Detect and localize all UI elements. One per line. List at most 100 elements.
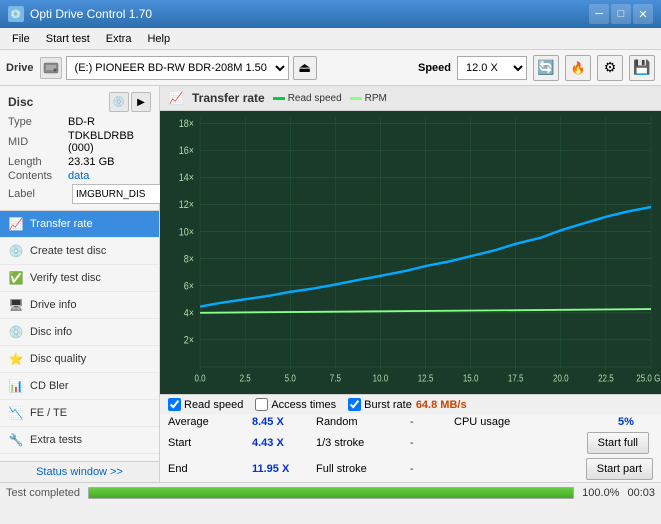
nav-label-cd-bler: CD Bler <box>30 380 69 392</box>
close-button[interactable]: ✕ <box>633 4 653 24</box>
main-area: Disc 💿 ▶ Type BD-R MID TDKBLDRBB (000) L… <box>0 86 661 482</box>
settings-button[interactable]: ⚙ <box>597 55 623 81</box>
chart-title: Transfer rate <box>192 91 265 105</box>
titlebar: 💿 Opti Drive Control 1.70 ─ □ ✕ <box>0 0 661 28</box>
start-part-button[interactable]: Start part <box>586 458 653 480</box>
stats-line-1: Average 8.45 X Random - CPU usage 5% <box>160 414 661 430</box>
verify-test-disc-icon: ✅ <box>8 270 24 286</box>
disc-label-input[interactable] <box>72 184 172 204</box>
nav-item-transfer-rate[interactable]: 📈 Transfer rate <box>0 211 159 238</box>
nav-item-disc-quality[interactable]: ⭐ Disc quality <box>0 346 159 373</box>
svg-text:7.5: 7.5 <box>330 373 341 384</box>
access-times-checkbox[interactable] <box>255 398 268 411</box>
nav-label-disc-info: Disc info <box>30 326 72 338</box>
mid-value: TDKBLDRBB (000) <box>68 130 151 154</box>
nav-label-transfer-rate: Transfer rate <box>30 218 93 230</box>
svg-text:5.0: 5.0 <box>285 373 296 384</box>
menu-file[interactable]: File <box>4 31 38 47</box>
svg-text:12×: 12× <box>179 199 194 211</box>
mid-label: MID <box>8 136 68 148</box>
nav-label-disc-quality: Disc quality <box>30 353 86 365</box>
disc-icon-btn-2[interactable]: ▶ <box>131 92 151 112</box>
cpu-label: CPU usage <box>454 416 614 428</box>
create-test-disc-icon: 💿 <box>8 243 24 259</box>
progress-area: Test completed 100.0% 00:03 <box>0 482 661 502</box>
menu-start-test[interactable]: Start test <box>38 31 98 47</box>
svg-text:8×: 8× <box>184 254 194 266</box>
access-times-checkbox-label[interactable]: Access times <box>255 398 336 411</box>
fe-te-icon: 📉 <box>8 405 24 421</box>
svg-text:10.0: 10.0 <box>373 373 389 384</box>
content-area: 📈 Transfer rate Read speed RPM <box>160 86 661 482</box>
progress-bar <box>88 487 574 499</box>
nav-item-drive-info[interactable]: 🖥 Drive info <box>0 292 159 319</box>
burst-rate-group: Burst rate 64.8 MB/s <box>348 398 466 411</box>
burst-rate-value: 64.8 MB/s <box>416 399 467 411</box>
transfer-rate-chart: 18× 16× 14× 12× 10× 8× 6× 4× 2× 0.0 2.5 … <box>160 111 661 394</box>
legend-rpm-color <box>350 97 362 100</box>
type-label: Type <box>8 116 68 128</box>
drive-select[interactable]: (E:) PIONEER BD-RW BDR-208M 1.50 <box>66 56 289 80</box>
disc-section-label: Disc <box>8 95 33 109</box>
restore-button[interactable]: □ <box>611 4 631 24</box>
disc-section: Disc 💿 ▶ Type BD-R MID TDKBLDRBB (000) L… <box>0 86 159 211</box>
nav-item-verify-test-disc[interactable]: ✅ Verify test disc <box>0 265 159 292</box>
stats-line-3: End 11.95 X Full stroke - Start part <box>160 456 661 482</box>
legend-rpm: RPM <box>350 93 387 104</box>
titlebar-controls: ─ □ ✕ <box>589 4 653 24</box>
time-label: 00:03 <box>627 487 655 499</box>
nav-label-drive-info: Drive info <box>30 299 76 311</box>
contents-label: Contents <box>8 170 68 182</box>
stats-line-2: Start 4.43 X 1/3 stroke - Start full <box>160 430 661 456</box>
random-label: Random <box>316 416 406 428</box>
random-value: - <box>410 416 450 428</box>
svg-text:17.5: 17.5 <box>508 373 524 384</box>
svg-text:6×: 6× <box>184 281 194 293</box>
menubar: File Start test Extra Help <box>0 28 661 50</box>
svg-text:12.5: 12.5 <box>418 373 434 384</box>
nav-item-fe-te[interactable]: 📉 FE / TE <box>0 400 159 427</box>
minimize-button[interactable]: ─ <box>589 4 609 24</box>
nav-label-create-test-disc: Create test disc <box>30 245 106 257</box>
chart-wrapper: 18× 16× 14× 12× 10× 8× 6× 4× 2× 0.0 2.5 … <box>160 111 661 394</box>
start-stat-value: 4.43 X <box>252 437 312 449</box>
transfer-rate-icon: 📈 <box>8 216 24 232</box>
read-speed-checkbox-label[interactable]: Read speed <box>168 398 243 411</box>
refresh-button[interactable]: 🔄 <box>533 55 559 81</box>
stroke-1-value: - <box>410 437 460 449</box>
svg-text:18×: 18× <box>179 118 194 130</box>
nav-item-create-test-disc[interactable]: 💿 Create test disc <box>0 238 159 265</box>
status-text: Test completed <box>6 487 80 499</box>
speed-select[interactable]: 12.0 X <box>457 56 527 80</box>
svg-text:10×: 10× <box>179 227 194 239</box>
menu-extra[interactable]: Extra <box>98 31 140 47</box>
svg-text:16×: 16× <box>179 145 194 157</box>
nav-item-cd-bler[interactable]: 📊 CD Bler <box>0 373 159 400</box>
length-label: Length <box>8 156 68 168</box>
burst-rate-checkbox[interactable] <box>348 398 361 411</box>
legend-read-speed: Read speed <box>273 93 342 104</box>
svg-text:20.0: 20.0 <box>553 373 569 384</box>
progress-label: 100.0% <box>582 487 619 499</box>
toolbar: Drive (E:) PIONEER BD-RW BDR-208M 1.50 ⏏… <box>0 50 661 86</box>
disc-quality-icon: ⭐ <box>8 351 24 367</box>
burst-rate-checkbox-label[interactable]: Burst rate <box>348 398 412 411</box>
read-speed-checkbox[interactable] <box>168 398 181 411</box>
eject-button[interactable]: ⏏ <box>293 56 317 80</box>
save-button[interactable]: 💾 <box>629 55 655 81</box>
status-window-button[interactable]: Status window >> <box>0 461 159 482</box>
start-full-button[interactable]: Start full <box>587 432 649 454</box>
disc-icon-btn-1[interactable]: 💿 <box>109 92 129 112</box>
nav-item-disc-info[interactable]: 💿 Disc info <box>0 319 159 346</box>
nav-label-verify-test-disc: Verify test disc <box>30 272 101 284</box>
progress-bar-fill <box>89 488 573 498</box>
svg-text:2.5: 2.5 <box>240 373 251 384</box>
burn-button[interactable]: 🔥 <box>565 55 591 81</box>
drive-icon <box>40 57 62 79</box>
drive-select-group: (E:) PIONEER BD-RW BDR-208M 1.50 ⏏ <box>40 56 412 80</box>
start-stat-label: Start <box>168 437 248 449</box>
nav-label-fe-te: FE / TE <box>30 407 67 419</box>
nav-item-extra-tests[interactable]: 🔧 Extra tests <box>0 427 159 454</box>
menu-help[interactable]: Help <box>139 31 178 47</box>
access-times-label: Access times <box>271 399 336 411</box>
